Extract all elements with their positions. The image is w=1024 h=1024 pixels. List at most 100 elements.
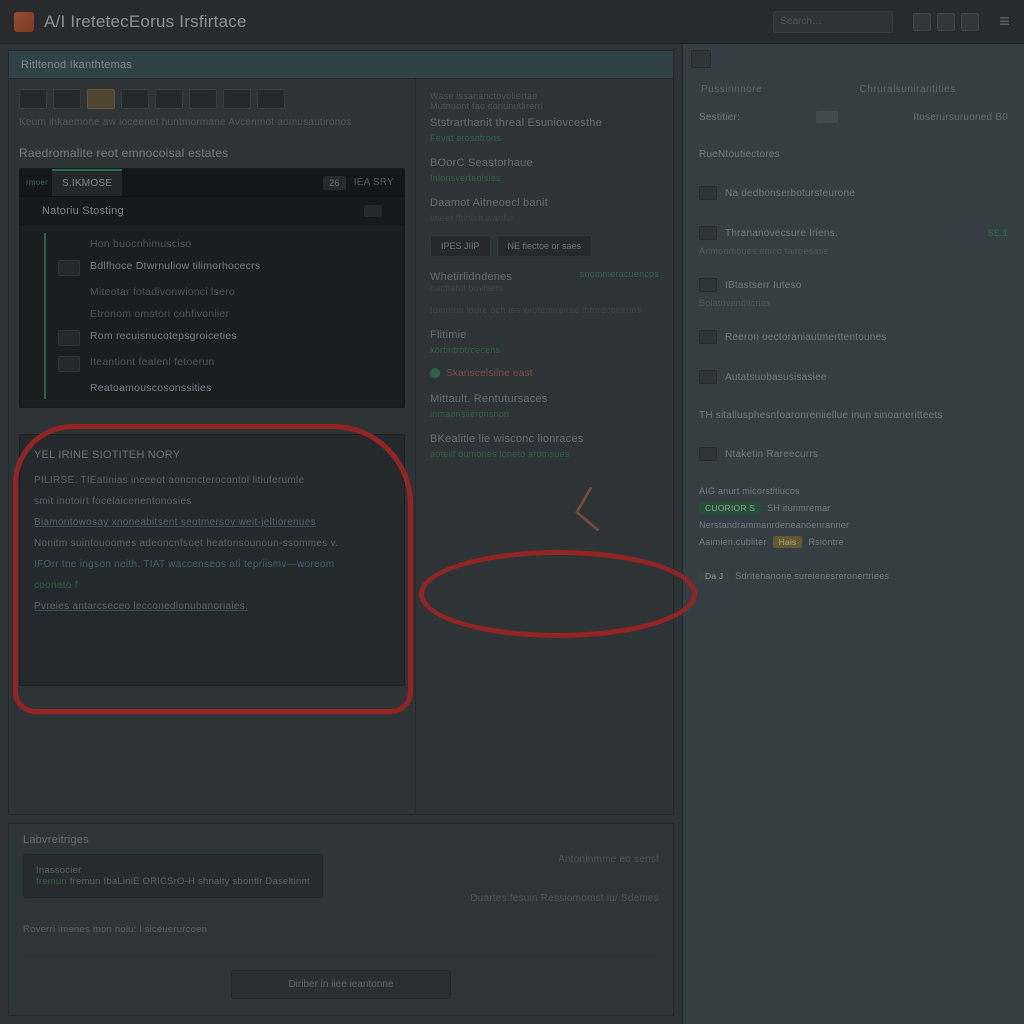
list-item[interactable]: Etronom omstori cohfivoniier xyxy=(44,303,392,325)
detail-buttons: IPES JIIP NE fiectoe or saes xyxy=(430,235,659,257)
main-card-right: Wase issananctovoliertae Mutnuont fao co… xyxy=(415,79,673,814)
main-card-left: Keum ihkaemone aw ioceenet huntmormane A… xyxy=(9,79,415,814)
list-item-label: Miteotar fotadivonwionci lsero xyxy=(90,286,235,298)
detail-heading: BOorC Seastorhaue xyxy=(430,157,659,169)
sidebar-row-trail: Itoserursuruoned B0 xyxy=(913,112,1008,123)
sidebar-section: Sestitier: Itoserursuruoned B0 xyxy=(699,107,1008,127)
thumb-2[interactable] xyxy=(53,89,81,109)
sidebar-row[interactable]: Sestitier: Itoserursuruoned B0 xyxy=(699,107,1008,127)
sidebar-row[interactable]: IBtastserr Iuteso xyxy=(699,274,1008,296)
detail-group: Ststrarthanit threal EsuniovcestheFevat … xyxy=(430,117,659,143)
sidebar-badge-icon xyxy=(816,111,838,123)
list-item[interactable]: Rom recuisnucotepsgroiceties xyxy=(44,325,392,351)
sidebar-section: IBtastserr Iuteso Solatovendlicries xyxy=(699,274,1008,308)
thumb-6[interactable] xyxy=(189,89,217,109)
list-item[interactable]: Hon buocnhimusciso xyxy=(44,233,392,255)
thumb-7[interactable] xyxy=(223,89,251,109)
tab-count-badge: 26 xyxy=(323,176,345,190)
list-item[interactable]: Bdlfhoce Dtwrnuliow tilimorhocecrs xyxy=(44,255,392,281)
tabstrip: rmoer S.IKMOSE 26 IEA SRY xyxy=(20,169,404,197)
sub-row-badge-icon xyxy=(364,205,382,217)
sidebar-section: TH sitallusphesnfoaronreniiellue inun si… xyxy=(699,406,1008,425)
bottom-action-button[interactable]: Diriber in iiee ieantonne xyxy=(231,970,451,999)
bottom-summary-card[interactable]: Inassocier fremun fremun IbaLiniE ORICSr… xyxy=(23,854,323,898)
list-item-icon xyxy=(58,260,80,276)
divider xyxy=(23,955,659,956)
status-line: Aaimien.cubliterHaisRsiontre xyxy=(699,533,1008,551)
thumb-5[interactable] xyxy=(155,89,183,109)
sidebar-section: Autatsuobasusisasiee xyxy=(699,366,1008,388)
detail-sub: Inionsvertenisies xyxy=(430,173,659,183)
list-item-label: Etronom omstori cohfivoniier xyxy=(90,308,229,320)
annotated-title: YEL IRINE SIOTITEH NORY xyxy=(34,449,390,461)
sub-row-label: Natoriu Stosting xyxy=(42,205,124,217)
detail-group: BKealitle lie wisconc lionracesaoteilf o… xyxy=(430,433,659,459)
sub-row[interactable]: Natoriu Stosting xyxy=(20,197,404,225)
app-title: A/I IretetecEorus Irsfirtace xyxy=(44,12,247,32)
bottom-panel: Labvreitriges Inassocier fremun fremun I… xyxy=(8,823,674,1016)
sidebar-row[interactable]: Reeron oectoraniautmerttentounes xyxy=(699,326,1008,348)
hamburger-icon[interactable]: ≡ xyxy=(999,11,1010,32)
sidebar-tab-1[interactable] xyxy=(691,50,711,68)
list-item-label: Iteantiont fealenl fetoerun xyxy=(90,356,214,372)
list-item-label: Bdlfhoce Dtwrnuliow tilimorhocecrs xyxy=(90,260,260,276)
list-block: Hon buocnhimusciso Bdlfhoce Dtwrnuliow ti… xyxy=(20,225,404,407)
detail-group: FlitimiekortintrotrcecensSkanscelsilne e… xyxy=(430,329,659,379)
detail-sub: inmaonsiieronsnon xyxy=(430,409,659,419)
detail-heading: Mittault. Rentutursaces xyxy=(430,393,659,405)
detail-heading: Ststrarthanit threal Esuniovcesthe xyxy=(430,117,659,129)
global-search-input[interactable] xyxy=(773,11,893,33)
sidebar-row-icon xyxy=(699,330,717,344)
sidebar: Pussinnnore Chruralsunirantities Sestiti… xyxy=(682,44,1024,1024)
detail-group: Whetirlidndenessnommeracuencosnacfiand b… xyxy=(430,271,659,315)
sidebar-row[interactable]: TH sitallusphesnfoaronreniiellue inun si… xyxy=(699,406,1008,425)
annot-line: PILIRSE. TIEatinias inceeot aoncncteroco… xyxy=(34,475,390,486)
header-icon-3[interactable] xyxy=(961,13,979,31)
list-item[interactable]: Iteantiont fealenl fetoerun xyxy=(44,351,392,377)
thumb-8[interactable] xyxy=(257,89,285,109)
header-icon-2[interactable] xyxy=(937,13,955,31)
tab-active[interactable]: S.IKMOSE xyxy=(52,169,122,196)
panel-title-bar: Ritltenod Ikanthtemas xyxy=(8,50,674,78)
thumb-4[interactable] xyxy=(121,89,149,109)
summary-line-1: Inassocier xyxy=(36,865,310,876)
status-pill: Hais xyxy=(773,536,803,548)
status-line: Nerstandrammanrdeneanoenranner xyxy=(699,517,1008,533)
sidebar-body: Sestitier: Itoserursuruoned B0 RueNtoutiec… xyxy=(683,101,1024,613)
sidebar-row-label: Sestitier: xyxy=(699,112,740,123)
detail-button[interactable]: IPES JIIP xyxy=(430,235,491,257)
status-line: AIG anurt micorstitiucos xyxy=(699,483,1008,499)
thumb-1[interactable] xyxy=(19,89,47,109)
sidebar-row[interactable]: Autatsuobasusisasiee xyxy=(699,366,1008,388)
annot-line: Pvreies antarcseceo lecconedlonubanoriai… xyxy=(34,601,390,612)
header-icon-1[interactable] xyxy=(913,13,931,31)
bottom-title: Labvreitriges xyxy=(23,834,659,846)
annotated-area: YEL IRINE SIOTITEH NORY PILIRSE. TIEatin… xyxy=(19,434,405,686)
list-item[interactable]: Reatoamouscosonssities xyxy=(44,377,392,399)
sidebar-row[interactable]: Ntaketin Rareecurrs xyxy=(699,443,1008,465)
thumbnail-row xyxy=(19,89,405,109)
detail-sub: aoteilf oumones loneto aromsues xyxy=(430,449,659,459)
header-icon-group xyxy=(913,13,979,31)
sidebar-row-sub: Solatovendlicries xyxy=(699,298,1008,308)
desc-line-3: Mutnuont fao conunutlirerri xyxy=(430,101,659,111)
detail-group: Daamot Aitneoecl banitimeet fltinioit wa… xyxy=(430,197,659,257)
bottom-hint: Roverri imenes mon nolu: i siceuerurcoen xyxy=(23,924,659,935)
app-header: A/I IretetecEorus Irsfirtace ≡ xyxy=(0,0,1024,44)
sidebar-row-icon xyxy=(699,370,717,384)
detail-button[interactable]: NE fiectoe or saes xyxy=(497,235,593,257)
sidebar-row[interactable]: Thrananovecsure Iriens.SE.1 xyxy=(699,222,1008,244)
annot-line: IFOrr tne ingson neith. TIAT waccenseos … xyxy=(34,559,390,570)
list-item[interactable]: Miteotar fotadivonwionci lsero xyxy=(44,281,392,303)
sidebar-tabstrip xyxy=(683,44,1024,74)
summary-line-2: fremun fremun IbaLiniE ORICSrO-H shnaity… xyxy=(36,876,310,887)
sidebar-row-label: Thrananovecsure Iriens. xyxy=(725,228,838,239)
sidebar-row-icon xyxy=(699,226,717,240)
sidebar-row-sub: Anmonmoues enico tairoesase xyxy=(699,246,1008,256)
sidebar-row[interactable]: RueNtoutiectores xyxy=(699,145,1008,164)
thumb-3-selected[interactable] xyxy=(87,89,115,109)
sidebar-section: Na dedbonserbotursteurone xyxy=(699,182,1008,204)
detail-sub: kortintrotrcecens xyxy=(430,345,659,355)
sidebar-row[interactable]: Na dedbonserbotursteurone xyxy=(699,182,1008,204)
sidebar-section: Thrananovecsure Iriens.SE.1 Anmonmoues en… xyxy=(699,222,1008,256)
